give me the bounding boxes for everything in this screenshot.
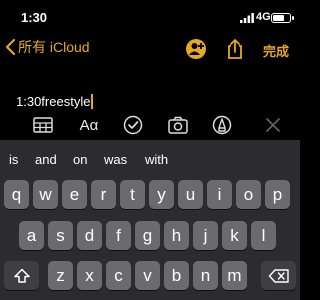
key-e[interactable]: e [62, 180, 87, 209]
key-k[interactable]: k [222, 221, 247, 250]
key-f[interactable]: f [106, 221, 131, 250]
key-c[interactable]: c [106, 261, 131, 290]
note-text-line: 1:30freestyle [16, 94, 94, 109]
add-people-icon[interactable] [185, 38, 207, 60]
checklist-icon[interactable] [122, 114, 144, 136]
key-u[interactable]: u [178, 180, 203, 209]
shift-key[interactable] [4, 261, 39, 290]
key-s[interactable]: s [48, 221, 73, 250]
key-j[interactable]: j [193, 221, 218, 250]
note-text: 1:30freestyle [16, 94, 91, 109]
keyboard: is and on was with q w e r t y u i o p a… [0, 140, 300, 300]
close-icon[interactable] [262, 114, 284, 136]
key-h[interactable]: h [164, 221, 189, 250]
key-g[interactable]: g [135, 221, 160, 250]
suggestion-item[interactable]: and [35, 152, 57, 167]
key-d[interactable]: d [77, 221, 102, 250]
suggestion-item[interactable]: on [73, 152, 87, 167]
key-n[interactable]: n [193, 261, 218, 290]
key-v[interactable]: v [135, 261, 160, 290]
signal-icon [240, 13, 254, 23]
key-w[interactable]: w [33, 180, 58, 209]
suggestion-item[interactable]: was [104, 152, 127, 167]
camera-icon[interactable] [167, 114, 189, 136]
key-p[interactable]: p [265, 180, 290, 209]
markup-icon[interactable] [211, 114, 233, 136]
key-r[interactable]: r [91, 180, 116, 209]
network-type: 4G [256, 11, 271, 23]
backspace-icon [268, 268, 289, 283]
key-o[interactable]: o [236, 180, 261, 209]
key-t[interactable]: t [120, 180, 145, 209]
nav-bar: 所有 iCloud 完成 [0, 34, 300, 64]
key-z[interactable]: z [48, 261, 73, 290]
suggestion-item[interactable]: with [145, 152, 168, 167]
back-button[interactable]: 所有 iCloud [4, 37, 90, 57]
battery-icon [271, 13, 291, 23]
note-editor[interactable]: 1:30freestyle [0, 64, 300, 114]
key-x[interactable]: x [77, 261, 102, 290]
done-button[interactable]: 完成 [263, 41, 289, 60]
key-y[interactable]: y [149, 180, 174, 209]
back-label: 所有 iCloud [18, 39, 90, 55]
table-icon[interactable] [32, 114, 54, 136]
status-time: 1:30 [21, 10, 48, 25]
text-style-button[interactable]: Aα [78, 114, 100, 136]
share-icon[interactable] [224, 38, 246, 60]
key-m[interactable]: m [222, 261, 247, 290]
status-bar: 1:30 4G [0, 0, 300, 34]
format-toolbar: Aα [0, 110, 300, 140]
suggestion-item[interactable]: is [9, 152, 18, 167]
key-i[interactable]: i [207, 180, 232, 209]
key-a[interactable]: a [19, 221, 44, 250]
shift-icon [13, 268, 30, 283]
key-l[interactable]: l [251, 221, 276, 250]
key-b[interactable]: b [164, 261, 189, 290]
battery-nub [292, 16, 294, 20]
backspace-key[interactable] [261, 261, 296, 290]
key-q[interactable]: q [4, 180, 29, 209]
suggestion-bar: is and on was with [0, 140, 300, 176]
battery-level [273, 15, 284, 21]
back-chevron-icon [5, 38, 16, 56]
text-caret [91, 94, 94, 109]
